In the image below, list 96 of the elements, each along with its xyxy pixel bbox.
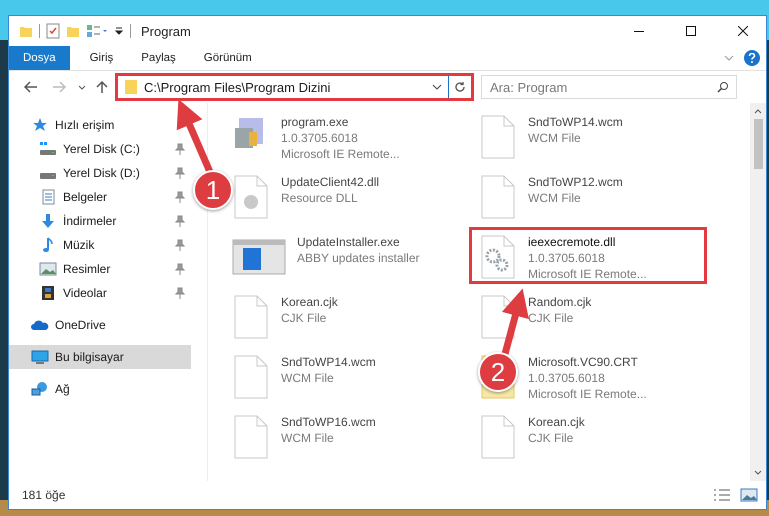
large-icons-view-icon[interactable] bbox=[740, 488, 758, 502]
customize-caret-icon[interactable] bbox=[114, 26, 124, 36]
sidebar-label: Yerel Disk (D:) bbox=[63, 166, 141, 180]
maximize-icon bbox=[686, 26, 696, 36]
file-detail: 1.0.3705.6018 bbox=[528, 370, 606, 386]
pin-icon bbox=[175, 263, 185, 275]
drive-icon bbox=[39, 141, 57, 157]
sidebar-label: Resimler bbox=[63, 262, 112, 276]
file-name: ieexecremote.dll bbox=[528, 234, 616, 250]
sidebar-item[interactable]: Hızlı erişim bbox=[9, 113, 191, 137]
sidebar-item[interactable]: Belgeler bbox=[9, 185, 191, 209]
scroll-thumb[interactable] bbox=[754, 119, 762, 169]
sidebar-label: Yerel Disk (C:) bbox=[63, 142, 141, 156]
file-detail: Resource DLL bbox=[281, 190, 359, 206]
item-count: 181 öğe bbox=[22, 488, 66, 502]
chevron-icon[interactable] bbox=[432, 84, 442, 90]
sidebar-item[interactable]: Ağ bbox=[9, 377, 191, 401]
film-icon bbox=[39, 285, 57, 301]
ribbon-tab[interactable]: Paylaş bbox=[127, 46, 190, 70]
sidebar-item[interactable]: İndirmeler bbox=[9, 209, 191, 233]
file-name: Microsoft.VC90.CRT bbox=[528, 354, 639, 370]
pin-icon bbox=[175, 239, 185, 251]
file-detail: Microsoft IE Remote... bbox=[528, 266, 647, 282]
sidebar-label: Müzik bbox=[63, 238, 96, 252]
scroll-up-icon[interactable] bbox=[754, 107, 762, 115]
file-name: program.exe bbox=[281, 114, 350, 130]
refresh-icon bbox=[454, 81, 466, 93]
minimize-icon bbox=[634, 30, 644, 32]
sidebar-item[interactable]: Videolar bbox=[9, 281, 191, 305]
file-menu-button[interactable]: Dosya bbox=[9, 46, 70, 70]
pin-icon bbox=[175, 167, 185, 179]
scroll-down-icon[interactable] bbox=[754, 469, 762, 477]
pin-icon bbox=[175, 143, 185, 155]
drive-icon bbox=[39, 173, 57, 179]
help-icon[interactable] bbox=[744, 50, 760, 66]
sidebar-item[interactable]: Müzik bbox=[9, 233, 191, 257]
pin-icon bbox=[175, 191, 185, 203]
file-detail: WCM File bbox=[281, 430, 335, 446]
folder-icon bbox=[124, 79, 138, 95]
download-icon bbox=[39, 213, 57, 229]
file-detail: 1.0.3705.6018 bbox=[528, 250, 606, 266]
file-name: SndToWP12.wcm bbox=[528, 174, 623, 190]
sidebar-label: Hızlı erişim bbox=[55, 118, 116, 132]
network-icon bbox=[31, 381, 49, 397]
file-detail: Microsoft IE Remote... bbox=[281, 146, 400, 162]
forward-arrow-icon bbox=[52, 81, 66, 93]
sidebar-item[interactable]: Bu bilgisayar bbox=[9, 345, 191, 369]
file-detail: CJK File bbox=[281, 310, 328, 326]
pin-icon bbox=[175, 215, 185, 227]
file-name: Korean.cjk bbox=[528, 414, 585, 430]
picture-icon bbox=[39, 261, 57, 277]
chevron-icon bbox=[78, 84, 86, 90]
back-arrow-icon bbox=[24, 81, 38, 93]
file-detail: Microsoft IE Remote... bbox=[528, 386, 647, 402]
search-icon bbox=[717, 81, 729, 93]
sidebar-label: Ağ bbox=[55, 382, 71, 396]
sidebar-item[interactable]: Yerel Disk (C:) bbox=[9, 137, 191, 161]
file-detail: ABBY updates installer bbox=[297, 250, 420, 266]
sidebar-label: Videolar bbox=[63, 286, 108, 300]
close-icon bbox=[738, 26, 748, 36]
file-name: SndToWP16.wcm bbox=[281, 414, 376, 430]
up-arrow-icon bbox=[96, 80, 108, 94]
star-icon bbox=[31, 117, 49, 133]
pin-icon bbox=[175, 287, 185, 299]
scrollbar[interactable] bbox=[750, 103, 766, 481]
file-detail: WCM File bbox=[528, 130, 582, 146]
folder-icon bbox=[19, 24, 33, 38]
computer-icon bbox=[31, 349, 49, 365]
sidebar-item[interactable]: Resimler bbox=[9, 257, 191, 281]
file-detail: WCM File bbox=[528, 190, 582, 206]
file-name: Random.cjk bbox=[528, 294, 592, 310]
sidebar-item[interactable]: Yerel Disk (D:) bbox=[9, 161, 191, 185]
ribbon-tab[interactable]: Görünüm bbox=[190, 46, 266, 70]
sidebar-item[interactable]: OneDrive bbox=[9, 313, 191, 337]
sidebar-label: Belgeler bbox=[63, 190, 108, 204]
search-field[interactable]: Ara: Program bbox=[481, 75, 737, 99]
details-view-icon[interactable] bbox=[712, 488, 732, 502]
file-detail: 1.0.3705.6018 bbox=[281, 130, 359, 146]
sidebar-label: İndirmeler bbox=[63, 214, 118, 228]
file-detail: CJK File bbox=[528, 430, 574, 446]
file-name: SndToWP14.wcm bbox=[281, 354, 376, 370]
file-name: UpdateClient42.dll bbox=[281, 174, 380, 190]
file-detail: WCM File bbox=[281, 370, 335, 386]
annotation-arrow bbox=[502, 288, 529, 355]
address-field[interactable]: C:\Program Files\Program Dizini bbox=[118, 76, 449, 98]
sidebar-label: Bu bilgisayar bbox=[55, 350, 125, 364]
file-name: UpdateInstaller.exe bbox=[297, 234, 401, 250]
file-name: SndToWP14.wcm bbox=[528, 114, 623, 130]
file-name: Korean.cjk bbox=[281, 294, 338, 310]
view-options-icon[interactable] bbox=[86, 24, 108, 38]
file-detail: CJK File bbox=[528, 310, 574, 326]
properties-icon[interactable] bbox=[46, 23, 60, 39]
sidebar-label: OneDrive bbox=[55, 318, 107, 332]
window-title: Program bbox=[141, 24, 192, 38]
expand-ribbon-icon[interactable] bbox=[724, 55, 734, 61]
ribbon-tab[interactable]: Giriş bbox=[76, 46, 128, 70]
